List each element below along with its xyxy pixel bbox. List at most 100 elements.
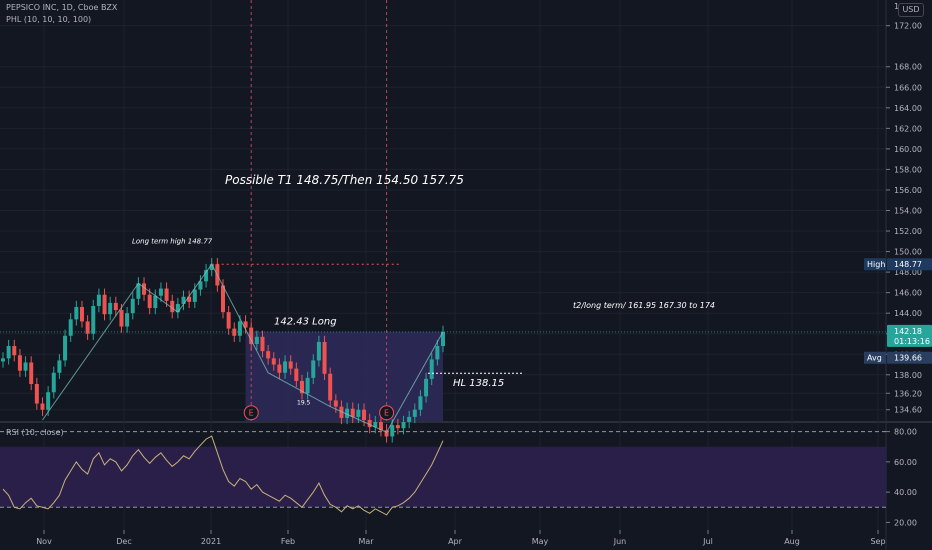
candle-body [260,336,265,352]
candle-body [23,362,28,371]
candle-body [333,400,338,407]
price-tick-label: 160.00 [894,145,922,154]
candle-body [34,384,39,404]
time-tick-label: Sep [870,537,885,546]
time-tick-label: Feb [281,537,295,546]
candle-body [153,295,158,309]
candle-body [192,289,197,302]
candle-body [311,360,316,378]
currency-button[interactable]: USD [898,3,924,17]
rsi-title: RSI (10, close) [6,428,64,437]
candle-body [79,307,84,322]
candle-body [102,294,107,315]
candle-body [316,341,321,361]
stock-chart[interactable]: Possible T1 148.75/Then 154.50 157.75 Lon… [0,0,932,550]
candle-body [412,409,417,417]
time-tick-label: 2021 [201,537,221,546]
candle-body [401,422,406,429]
candle-body [362,409,367,420]
rsi-band [0,431,886,508]
price-badge-text: 139.66 [894,354,922,363]
time-tick-label: Mar [358,537,374,546]
price-tick-label: 158.00 [894,165,922,174]
candle-body [271,358,276,365]
price-badge-text: 148.77 [894,260,922,269]
annotation-label: Long term high 148.77 [132,237,213,245]
candle-body [249,327,254,344]
candle-body [322,341,327,374]
candle-body [125,313,130,327]
candle-body [108,302,113,315]
candle-body [29,362,34,385]
rsi-tick-label: 20.00 [894,518,917,527]
annotation-label: HL 138.15 [453,378,504,389]
candle-body [424,378,429,397]
price-tick-label: 134.60 [894,406,922,415]
price-tick-label: 150.00 [894,248,922,257]
candle-body [305,377,310,394]
time-axis: Nov Dec 2021 Feb Mar Apr May Jun Jul Aug Sep [36,530,886,546]
candle-body [96,294,101,306]
candle-body [1,358,5,362]
annotation-label: Possible T1 148.75/Then 154.50 157.75 [225,173,464,187]
annotation-label: 19.5 [297,400,311,407]
candle-body [294,368,299,381]
price-tick-label: 144.00 [894,309,922,318]
price-badge-text: 01:13:16 [894,337,930,346]
candle-body [68,319,73,336]
time-tick-label: Nov [36,537,52,546]
candle-body [51,372,56,393]
time-tick-label: Jun [613,537,627,546]
rsi-tick-label: 80.00 [894,428,917,437]
rsi-tick-label: 40.00 [894,488,917,497]
price-tick-label: 172.00 [894,22,922,31]
candle-body [17,355,22,371]
time-tick-label: Dec [116,537,131,546]
price-tick-label: 136.20 [894,389,922,398]
candle-body [40,403,45,410]
price-tick-label: 164.00 [894,104,922,113]
candle-body [130,298,135,314]
candle-body [46,392,51,410]
candle-body [113,302,118,311]
level-name-text: Avg [867,354,882,363]
price-tick-label: 166.00 [894,83,922,92]
price-tick-label: 138.00 [894,371,922,380]
candle-body [350,408,355,417]
candle-body [237,321,242,336]
candle-body [429,359,434,379]
candle-body [63,335,68,361]
candle-body [147,294,152,309]
candle-body [158,288,163,296]
candle-body [12,346,17,356]
candle-body [435,346,440,360]
level-name-text: High [867,260,885,269]
candle-body [395,425,400,429]
price-tick-label: 152.00 [894,227,922,236]
candle-body [283,361,288,373]
candle-body [119,310,124,327]
candle-body [74,307,79,320]
price-tick-label: 154.00 [894,207,922,216]
candle-body [57,360,62,373]
price-badge-text: 142.18 [894,327,922,336]
candle-body [418,396,423,410]
candle-body [266,351,271,359]
indicator-title: PHL (10, 10, 10, 100) [6,15,92,24]
time-tick-label: Jul [702,537,713,546]
earnings-marker-label: E [384,409,389,418]
price-tick-label: 146.00 [894,289,922,298]
symbol-title: PEPSICO INC, 1D, Cboe BZX [6,3,118,12]
candle-body [328,373,333,401]
candle-body [6,346,11,359]
candle-body [356,409,361,417]
candle-body [226,312,231,329]
time-tick-label: May [532,537,549,546]
candle-body [407,416,412,423]
time-tick-label: Aug [784,537,800,546]
candle-body [91,305,96,334]
earnings-marker-label: E [249,409,254,418]
candle-body [164,288,169,301]
annotation-label: 142.43 Long [274,316,337,327]
candle-body [390,425,395,437]
